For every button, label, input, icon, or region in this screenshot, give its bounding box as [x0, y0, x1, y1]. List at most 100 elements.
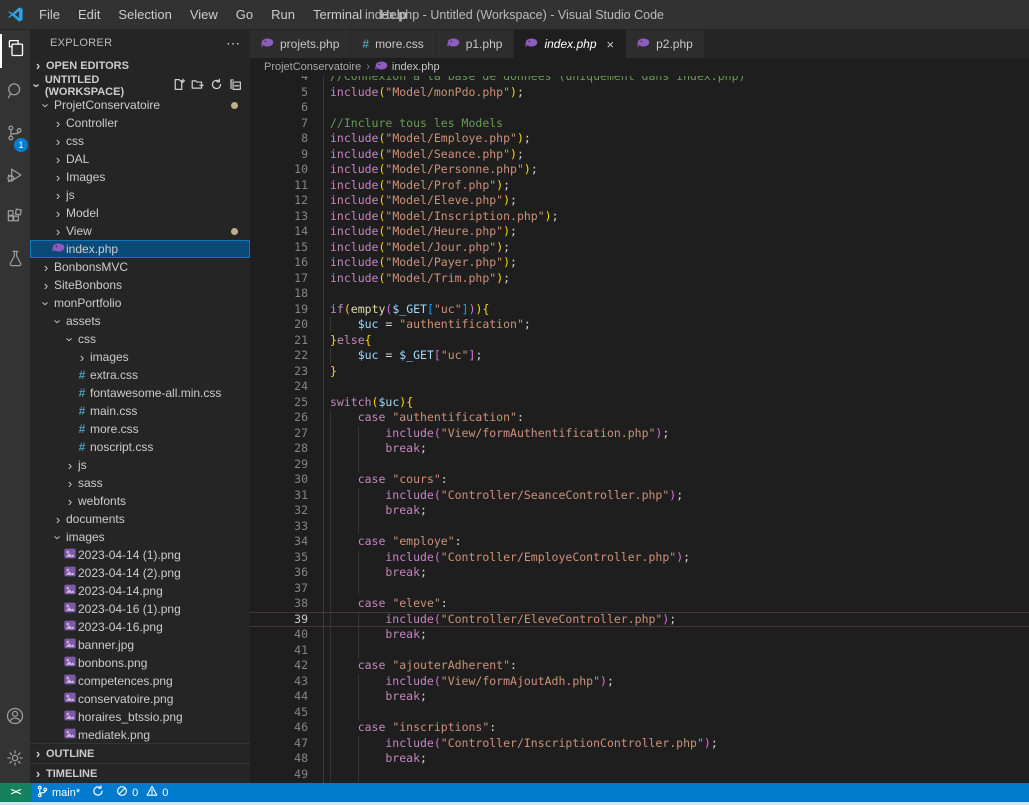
code-line-17[interactable]: 17include("Model/Trim.php"); — [250, 271, 1029, 287]
code-line-30[interactable]: 30case "cours": — [250, 472, 1029, 488]
tab-index-php[interactable]: index.php× — [514, 30, 625, 58]
menu-run[interactable]: Run — [262, 0, 304, 29]
code-line-46[interactable]: 46case "inscriptions": — [250, 720, 1029, 736]
folder-images[interactable]: ›images — [30, 348, 250, 366]
menu-terminal[interactable]: Terminal — [304, 0, 371, 29]
breadcrumb[interactable]: ProjetConservatoire › index.php — [250, 58, 1029, 76]
code-line-4[interactable]: 4//Connexion à la base de données (uniqu… — [250, 76, 1029, 85]
folder-controller[interactable]: ›Controller — [30, 114, 250, 132]
code-line-38[interactable]: 38case "eleve": — [250, 596, 1029, 612]
file-2023-04-14-2-png[interactable]: 2023-04-14 (2).png — [30, 564, 250, 582]
code-line-35[interactable]: 35include("Controller/EmployeController.… — [250, 550, 1029, 566]
new-folder-icon[interactable] — [191, 78, 204, 94]
status-problems[interactable]: 00 — [110, 783, 174, 802]
file-fontawesome-all-min-css[interactable]: #fontawesome-all.min.css — [30, 384, 250, 402]
file-mediatek-png[interactable]: mediatek.png — [30, 726, 250, 743]
collapse-all-icon[interactable] — [229, 78, 242, 94]
folder-css[interactable]: ›css — [30, 330, 250, 348]
code-line-49[interactable]: 49 — [250, 767, 1029, 783]
code-line-28[interactable]: 28break; — [250, 441, 1029, 457]
code-line-43[interactable]: 43include("View/formAjoutAdh.php"); — [250, 674, 1029, 690]
code-line-16[interactable]: 16include("Model/Payer.php"); — [250, 255, 1029, 271]
code-line-36[interactable]: 36break; — [250, 565, 1029, 581]
folder-monportfolio[interactable]: ›monPortfolio — [30, 294, 250, 312]
menu-help[interactable]: Help — [371, 0, 416, 29]
file-2023-04-16-png[interactable]: 2023-04-16.png — [30, 618, 250, 636]
code-line-32[interactable]: 32break; — [250, 503, 1029, 519]
activity-account[interactable] — [0, 697, 30, 739]
activity-source-control[interactable]: 1 — [0, 114, 30, 156]
code-line-22[interactable]: 22$uc = $_GET["uc"]; — [250, 348, 1029, 364]
file-extra-css[interactable]: #extra.css — [30, 366, 250, 384]
activity-search[interactable] — [0, 72, 30, 114]
code-line-8[interactable]: 8include("Model/Employe.php"); — [250, 131, 1029, 147]
folder-projetconservatoire[interactable]: ›ProjetConservatoire — [30, 96, 250, 114]
code-line-20[interactable]: 20$uc = "authentification"; — [250, 317, 1029, 333]
tab-projets-php[interactable]: projets.php — [250, 30, 350, 58]
file-conservatoire-png[interactable]: conservatoire.png — [30, 690, 250, 708]
file-horaires-btssio-png[interactable]: horaires_btssio.png — [30, 708, 250, 726]
folder-sass[interactable]: ›sass — [30, 474, 250, 492]
code-line-5[interactable]: 5include("Model/monPdo.php"); — [250, 85, 1029, 101]
folder-view[interactable]: ›View — [30, 222, 250, 240]
code-line-25[interactable]: 25switch($uc){ — [250, 395, 1029, 411]
code-line-41[interactable]: 41 — [250, 643, 1029, 659]
file-2023-04-14-png[interactable]: 2023-04-14.png — [30, 582, 250, 600]
close-icon[interactable]: × — [607, 37, 615, 52]
folder-dal[interactable]: ›DAL — [30, 150, 250, 168]
code-line-14[interactable]: 14include("Model/Heure.php"); — [250, 224, 1029, 240]
section-timeline[interactable]: › TIMELINE — [30, 763, 250, 783]
code-line-40[interactable]: 40break; — [250, 627, 1029, 643]
folder-documents[interactable]: ›documents — [30, 510, 250, 528]
activity-extensions[interactable] — [0, 198, 30, 240]
tab-more-css[interactable]: #more.css — [351, 30, 434, 58]
file-noscript-css[interactable]: #noscript.css — [30, 438, 250, 456]
code-line-48[interactable]: 48break; — [250, 751, 1029, 767]
code-line-31[interactable]: 31include("Controller/SeanceController.p… — [250, 488, 1029, 504]
code-editor[interactable]: 4//Connexion à la base de données (uniqu… — [250, 76, 1029, 783]
folder-js[interactable]: ›js — [30, 456, 250, 474]
code-line-13[interactable]: 13include("Model/Inscription.php"); — [250, 209, 1029, 225]
code-line-23[interactable]: 23} — [250, 364, 1029, 380]
code-line-29[interactable]: 29 — [250, 457, 1029, 473]
code-line-33[interactable]: 33 — [250, 519, 1029, 535]
section-open-editors[interactable]: › OPEN EDITORS — [30, 56, 250, 76]
folder-js[interactable]: ›js — [30, 186, 250, 204]
folder-images[interactable]: ›Images — [30, 168, 250, 186]
code-line-19[interactable]: 19if(empty($_GET["uc"])){ — [250, 302, 1029, 318]
activity-explorer[interactable] — [0, 30, 30, 72]
remote-indicator[interactable]: >< — [0, 783, 31, 802]
menu-go[interactable]: Go — [227, 0, 262, 29]
file-more-css[interactable]: #more.css — [30, 420, 250, 438]
code-line-39[interactable]: 39include("Controller/EleveController.ph… — [250, 612, 1029, 628]
menu-edit[interactable]: Edit — [69, 0, 109, 29]
code-line-18[interactable]: 18 — [250, 286, 1029, 302]
code-line-11[interactable]: 11include("Model/Prof.php"); — [250, 178, 1029, 194]
section-workspace[interactable]: › UNTITLED (WORKSPACE) — [30, 76, 250, 96]
folder-model[interactable]: ›Model — [30, 204, 250, 222]
code-line-34[interactable]: 34case "employe": — [250, 534, 1029, 550]
file-bonbons-png[interactable]: bonbons.png — [30, 654, 250, 672]
refresh-icon[interactable] — [210, 78, 223, 94]
code-line-26[interactable]: 26case "authentification": — [250, 410, 1029, 426]
folder-css[interactable]: ›css — [30, 132, 250, 150]
code-line-7[interactable]: 7//Inclure tous les Models — [250, 116, 1029, 132]
file-banner-jpg[interactable]: banner.jpg — [30, 636, 250, 654]
breadcrumb-file[interactable]: index.php — [375, 60, 440, 74]
breadcrumb-folder[interactable]: ProjetConservatoire — [264, 61, 361, 73]
code-line-27[interactable]: 27include("View/formAuthentification.php… — [250, 426, 1029, 442]
status-sync[interactable] — [86, 783, 110, 802]
code-line-15[interactable]: 15include("Model/Jour.php"); — [250, 240, 1029, 256]
activity-settings[interactable] — [0, 739, 30, 781]
folder-sitebonbons[interactable]: ›SiteBonbons — [30, 276, 250, 294]
code-line-21[interactable]: 21}else{ — [250, 333, 1029, 349]
code-line-12[interactable]: 12include("Model/Eleve.php"); — [250, 193, 1029, 209]
folder-assets[interactable]: ›assets — [30, 312, 250, 330]
code-line-6[interactable]: 6 — [250, 100, 1029, 116]
file-index-php[interactable]: index.php — [30, 240, 250, 258]
code-line-44[interactable]: 44break; — [250, 689, 1029, 705]
code-line-45[interactable]: 45 — [250, 705, 1029, 721]
file-main-css[interactable]: #main.css — [30, 402, 250, 420]
code-line-9[interactable]: 9include("Model/Seance.php"); — [250, 147, 1029, 163]
activity-run-debug[interactable] — [0, 156, 30, 198]
